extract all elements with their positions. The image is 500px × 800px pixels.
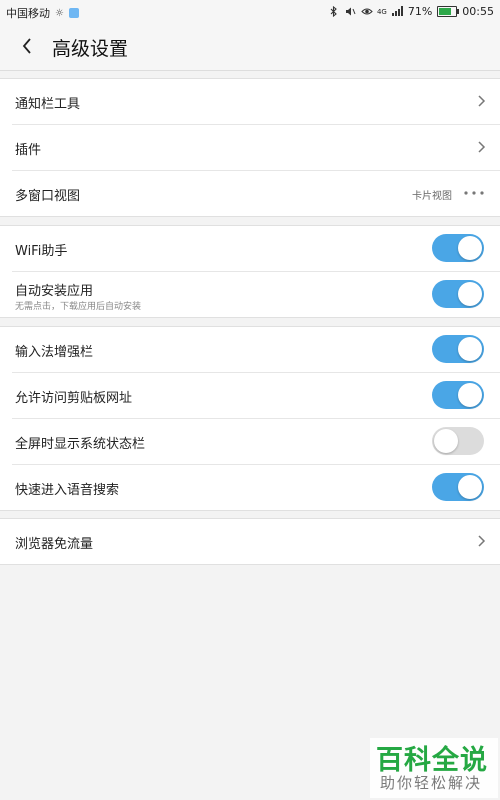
toggle-knob xyxy=(434,429,458,453)
row-label: 插件 xyxy=(15,143,42,158)
settings-group-3: 输入法增强栏 允许访问剪贴板网址 全屏时显示系统状态栏 快速进入语音搜索 xyxy=(0,326,500,511)
row-voice-search: 快速进入语音搜索 xyxy=(12,465,500,510)
row-label: 多窗口视图 xyxy=(15,189,81,204)
watermark-subtitle: 助你轻松解决 xyxy=(380,774,483,792)
row-label: 通知栏工具 xyxy=(15,97,81,112)
voice-search-toggle[interactable] xyxy=(432,473,484,501)
fullscreen-status-bar-toggle[interactable] xyxy=(432,427,484,455)
multi-window-value: 卡片视图 xyxy=(412,191,452,202)
clock: 00:55 xyxy=(462,5,494,18)
toggle-knob xyxy=(458,236,482,260)
row-label: WiFi助手 xyxy=(15,244,68,259)
chevron-right-icon xyxy=(478,535,486,547)
toggle-knob xyxy=(458,282,482,306)
battery-percent: 71% xyxy=(407,5,433,18)
row-wifi-assistant: WiFi助手 xyxy=(12,226,500,272)
mute-icon xyxy=(345,6,356,17)
watermark-logo: 百科全说 助你轻松解决 xyxy=(370,738,498,798)
row-label: 允许访问剪贴板网址 xyxy=(15,391,133,406)
row-label: 快速进入语音搜索 xyxy=(15,483,120,498)
toolbar: 高级设置 xyxy=(0,24,500,71)
app-notification-icon xyxy=(69,8,79,18)
toggle-knob xyxy=(458,383,482,407)
chevron-right-icon xyxy=(478,95,486,107)
row-multi-window-view[interactable]: 多窗口视图 卡片视图 xyxy=(12,171,500,216)
sun-icon: ☼ xyxy=(55,7,64,19)
row-clipboard-url: 允许访问剪贴板网址 xyxy=(12,373,500,419)
row-free-data[interactable]: 浏览器免流量 xyxy=(12,519,500,564)
page-title: 高级设置 xyxy=(52,38,129,60)
toggle-knob xyxy=(458,337,482,361)
battery-icon xyxy=(437,6,460,17)
bluetooth-icon xyxy=(329,5,340,18)
eye-icon xyxy=(361,6,373,17)
clipboard-url-toggle[interactable] xyxy=(432,381,484,409)
row-notification-tools[interactable]: 通知栏工具 xyxy=(12,79,500,125)
network-badge: 4G xyxy=(376,7,387,16)
settings-group-4: 浏览器免流量 xyxy=(0,518,500,565)
status-left: 中国移动 ☼ xyxy=(6,5,79,21)
chevron-right-icon xyxy=(478,141,486,153)
row-subtitle: 无需点击，下载应用后自动安装 xyxy=(15,302,142,312)
status-right: 4G 71% 00:55 xyxy=(329,5,494,18)
status-bar: 中国移动 ☼ 4G 71% 00:55 xyxy=(0,0,500,24)
carrier-name: 中国移动 xyxy=(6,7,50,20)
row-label: 全屏时显示系统状态栏 xyxy=(15,437,146,452)
row-label: 自动安装应用 xyxy=(15,284,94,299)
battery-fill xyxy=(439,8,451,15)
more-options-icon[interactable] xyxy=(464,191,484,195)
row-auto-install: 自动安装应用 无需点击，下载应用后自动安装 xyxy=(12,272,500,317)
toggle-knob xyxy=(458,475,482,499)
row-label: 输入法增强栏 xyxy=(15,345,94,360)
row-input-method-bar: 输入法增强栏 xyxy=(12,327,500,373)
settings-group-1: 通知栏工具 插件 多窗口视图 卡片视图 xyxy=(0,78,500,217)
chevron-left-icon xyxy=(22,38,31,54)
row-fullscreen-status-bar: 全屏时显示系统状态栏 xyxy=(12,419,500,465)
auto-install-toggle[interactable] xyxy=(432,280,484,308)
wifi-assistant-toggle[interactable] xyxy=(432,234,484,262)
input-method-bar-toggle[interactable] xyxy=(432,335,484,363)
settings-group-2: WiFi助手 自动安装应用 无需点击，下载应用后自动安装 xyxy=(0,225,500,318)
row-label: 浏览器免流量 xyxy=(15,537,94,552)
back-button[interactable] xyxy=(14,32,40,60)
row-plugins[interactable]: 插件 xyxy=(12,125,500,171)
signal-icon xyxy=(391,6,403,17)
